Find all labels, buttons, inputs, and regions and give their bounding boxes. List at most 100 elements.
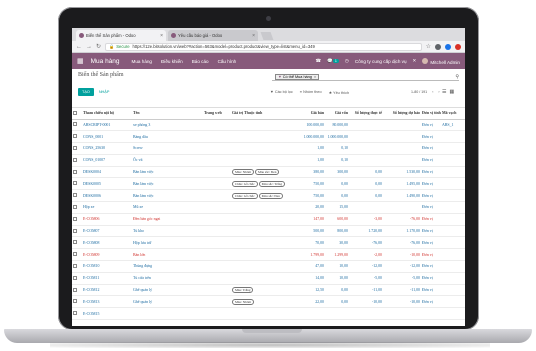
checkbox-icon[interactable] xyxy=(73,311,77,316)
column-header[interactable]: Tham chiếu nội bộ xyxy=(82,108,132,120)
filters-dropdown[interactable]: ▼ Các bộ lọc xyxy=(270,90,293,95)
row-checkbox[interactable] xyxy=(72,154,82,167)
kanban-view-icon[interactable]: ▦ xyxy=(449,89,454,95)
table-row[interactable]: CONS_0001 Bảng dầu 1.000.000,00 1.000.000,0… xyxy=(72,130,465,144)
remove-facet-icon[interactable]: × xyxy=(314,74,316,79)
table-row[interactable]: E-COM11 Tủ cửa trên 14,00 10,00 -5,00 -5,00 Đơ… xyxy=(72,272,465,285)
search-input[interactable]: ▼ Có thể Mua hàng × ⚲ xyxy=(272,73,459,81)
column-header[interactable]: Giá vốn xyxy=(325,108,349,120)
table-row[interactable]: CONS_01007 Ốc vít 1,00 0,10 Đơn vị xyxy=(72,154,465,167)
row-checkbox[interactable] xyxy=(72,142,82,155)
back-arrow-icon[interactable]: ← xyxy=(76,44,82,50)
row-checkbox[interactable] xyxy=(72,295,82,309)
forward-arrow-icon[interactable]: → xyxy=(86,44,92,50)
menu-control[interactable]: Điều khiển xyxy=(161,59,183,64)
row-checkbox[interactable] xyxy=(72,119,82,132)
checkbox-icon[interactable] xyxy=(73,204,77,209)
checkbox-icon[interactable] xyxy=(73,145,77,150)
table-row[interactable]: E-COM07 Tủ kho 500,00 800,00 1.720,00 1.170,0… xyxy=(72,225,465,238)
row-checkbox[interactable] xyxy=(72,130,82,144)
pager-previous-icon[interactable]: ‹ xyxy=(432,90,433,94)
checkbox-icon[interactable] xyxy=(73,299,77,304)
table-row[interactable]: E-COM08 Hộp lưu trữ 70,00 30,00 -76,00 -76,00… xyxy=(72,236,465,250)
table-row[interactable]: E-COM06 Đèn bàn góc ngai 147,00 600,00 -3,00… xyxy=(72,213,465,226)
user-menu[interactable]: Mitchell Admin xyxy=(422,57,460,65)
checkbox-icon[interactable] xyxy=(73,134,77,139)
extension-icon[interactable] xyxy=(455,43,461,50)
checkbox-icon[interactable] xyxy=(73,228,77,233)
browser-tab-active[interactable]: Biến thể Sản phẩm - Odoo × xyxy=(76,30,166,41)
column-header[interactable]: Giá bán xyxy=(293,108,325,120)
checkbox-icon[interactable] xyxy=(73,193,77,198)
pager-value[interactable]: 1-80 / 191 xyxy=(411,90,427,94)
row-checkbox[interactable] xyxy=(72,225,82,238)
column-header[interactable]: Đơn vị tính xyxy=(421,108,441,120)
chat-icon[interactable]: 💬 1 xyxy=(327,58,339,64)
checkbox-icon[interactable] xyxy=(73,240,77,245)
search-facet[interactable]: ▼ Có thể Mua hàng × xyxy=(275,73,320,80)
checkbox-icon[interactable] xyxy=(73,157,77,162)
checkbox-icon[interactable] xyxy=(73,263,77,268)
close-tab-icon[interactable]: × xyxy=(160,33,163,39)
clock-icon[interactable]: ◷ xyxy=(345,58,349,64)
apps-grid-icon[interactable]: ▦ xyxy=(77,57,84,65)
table-row[interactable]: E-COM13 Ghế quản lý Màu: Nhôm 22,00 0,00 -10,… xyxy=(72,295,465,309)
favorites-dropdown[interactable]: ★ Yêu thích xyxy=(329,90,349,95)
module-title[interactable]: Mua hàng xyxy=(91,58,120,65)
column-header[interactable]: Giá trị Thuộc tính xyxy=(231,108,293,120)
menu-purchase[interactable]: Mua hàng xyxy=(132,59,152,64)
row-checkbox[interactable] xyxy=(72,307,82,321)
pager-next-icon[interactable]: › xyxy=(438,90,439,94)
row-checkbox[interactable] xyxy=(72,284,82,297)
reload-icon[interactable]: ↻ xyxy=(96,43,101,50)
url-field[interactable]: 🔒 Secure https://12e.bitsolution.vn/web?… xyxy=(105,42,422,51)
search-icon[interactable]: ⚲ xyxy=(455,74,459,80)
list-view-icon[interactable]: ☰ xyxy=(442,89,446,95)
browser-tab-inactive[interactable]: Yêu cầu báo giá - Odoo × xyxy=(168,30,258,41)
table-row[interactable]: DESK0005 Bàn làm việc Chân: Gỗ chắc Màu sắc… xyxy=(72,177,465,191)
checkbox-icon[interactable] xyxy=(73,216,77,221)
column-header[interactable]: Trang web xyxy=(203,108,231,120)
table-row[interactable]: DESK0006 Bàn làm việc Chân: Gỗ chắc Màu sắc… xyxy=(72,189,465,203)
table-row[interactable]: E-COM15 xyxy=(72,307,465,321)
new-tab-button[interactable] xyxy=(260,32,274,40)
checkbox-icon[interactable] xyxy=(73,169,77,174)
row-checkbox[interactable] xyxy=(72,166,82,179)
row-checkbox[interactable] xyxy=(72,213,82,226)
close-tab-icon[interactable]: × xyxy=(252,33,255,39)
checkbox-icon[interactable] xyxy=(73,275,77,280)
checkbox-icon[interactable] xyxy=(73,252,77,257)
column-header[interactable]: Mã vạch xyxy=(441,108,465,120)
import-button[interactable]: NHẬP xyxy=(96,88,113,96)
table-row[interactable]: ABSCRIPT-0001 xe phòng 3 100.000,00 80.000,… xyxy=(72,119,465,132)
table-row[interactable]: E-COM10 Thùng đựng 47,00 10,00 -12,00 -12,00 Đ… xyxy=(72,260,465,273)
company-switcher[interactable]: Công ty cung cấp dịch vụ xyxy=(355,59,407,64)
checkbox-icon[interactable] xyxy=(73,181,77,186)
row-checkbox[interactable] xyxy=(72,272,82,285)
table-row[interactable]: DESK0004 Bàn làm việc Màu: Nhôm Màu sắc: Đe… xyxy=(72,166,465,179)
row-checkbox[interactable] xyxy=(72,189,82,203)
table-row[interactable]: CONS_25630 Screw 1,00 0,10 Đơn vị xyxy=(72,142,465,155)
checkbox-icon[interactable] xyxy=(73,122,77,127)
group-by-dropdown[interactable]: ≡ Nhóm theo xyxy=(300,90,322,95)
column-header[interactable]: Số lượng thực tế xyxy=(349,108,383,120)
column-header[interactable]: Số lượng dự báo xyxy=(383,108,421,120)
phone-icon[interactable]: ☎ xyxy=(315,58,321,64)
table-row[interactable]: E-COM12 Ghế quản lý Màu: Trắng 12,50 0,00 -11… xyxy=(72,284,465,297)
menu-reports[interactable]: Báo cáo xyxy=(192,59,209,64)
star-icon[interactable]: ☆ xyxy=(426,43,431,50)
table-row[interactable]: Hộp xe Mũ xe 20,00 15,00 Đơn vị xyxy=(72,201,465,214)
close-icon[interactable]: ✕ xyxy=(413,58,417,64)
row-checkbox[interactable] xyxy=(72,201,82,214)
menu-config[interactable]: Cấu hình xyxy=(218,59,237,64)
row-checkbox[interactable] xyxy=(72,260,82,273)
column-header[interactable]: Tên xyxy=(132,108,203,120)
extension-icon[interactable] xyxy=(445,43,451,50)
select-all-checkbox[interactable] xyxy=(72,108,82,120)
table-row[interactable]: E-COM09 Bàn lớn 1.799,00 1.299,00 -2,00 -10,0… xyxy=(72,248,465,262)
row-checkbox[interactable] xyxy=(72,236,82,250)
create-button[interactable]: TẠO xyxy=(78,88,94,96)
row-checkbox[interactable] xyxy=(72,248,82,262)
checkbox-icon[interactable] xyxy=(73,287,77,292)
row-checkbox[interactable] xyxy=(72,177,82,191)
